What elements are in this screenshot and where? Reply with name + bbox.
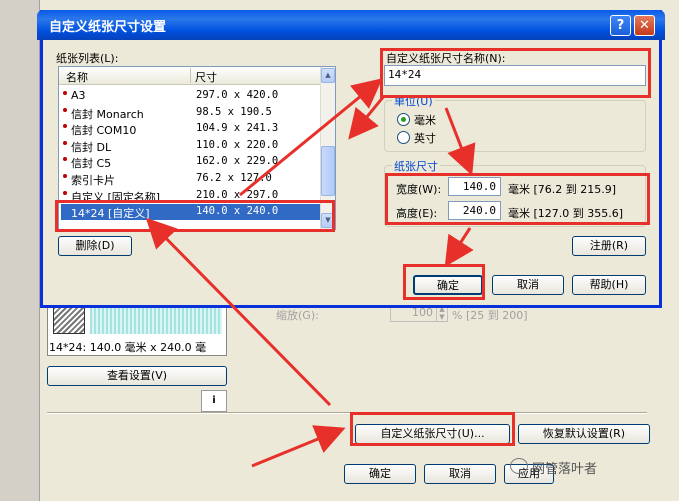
dialog-help-button[interactable]: 帮助(H) xyxy=(572,275,646,295)
paper-list-row[interactable]: 信封 COM10 104.9 x 241.3 xyxy=(61,121,321,137)
unit-group-title: 单位(U) xyxy=(392,93,435,109)
info-icon[interactable]: i xyxy=(201,390,227,412)
paper-bullet-icon xyxy=(63,174,67,178)
column-header-size[interactable]: 尺寸 xyxy=(195,69,217,85)
view-settings-button[interactable]: 查看设置(V) xyxy=(47,366,227,386)
scroll-up-icon[interactable]: ▲ xyxy=(321,68,335,83)
paper-list-row[interactable]: 14*24 [自定义] 140.0 x 240.0 xyxy=(61,204,321,221)
height-label: 高度(E): xyxy=(396,207,438,220)
wechat-icon xyxy=(510,458,528,474)
scale-range: % [25 到 200] xyxy=(452,309,528,322)
paper-list-row[interactable]: 索引卡片 76.2 x 127.0 xyxy=(61,171,321,187)
paper-list-row[interactable]: 信封 C5 162.0 x 229.0 xyxy=(61,154,321,170)
paper-size: 110.0 x 220.0 xyxy=(196,138,279,151)
custom-name-input[interactable]: 14*24 xyxy=(384,65,646,86)
paper-bullet-icon xyxy=(63,190,67,195)
paper-size: 104.9 x 241.3 xyxy=(196,122,279,135)
scale-label: 缩放(G): xyxy=(276,309,319,322)
dialog-ok-button[interactable]: 确定 xyxy=(413,275,483,295)
paper-bullet-icon xyxy=(63,124,67,129)
paper-name: 信封 DL xyxy=(71,140,112,154)
unit-inch-radio[interactable] xyxy=(397,131,410,144)
dialog-cancel-button[interactable]: 取消 xyxy=(492,275,564,295)
paper-list-row[interactable]: 信封 Monarch 98.5 x 190.5 xyxy=(61,105,321,121)
dialog-title: 自定义纸张尺寸设置 xyxy=(49,20,167,35)
paper-list-row[interactable]: A3 297.0 x 420.0 xyxy=(61,88,321,104)
paper-name: 索引卡片 xyxy=(71,174,115,187)
parent-ok-button[interactable]: 确定 xyxy=(344,464,416,484)
paper-size: 297.0 x 420.0 xyxy=(196,89,279,101)
paper-preview-pattern xyxy=(90,306,222,334)
paper-preview-text: 14*24: 140.0 毫米 x 240.0 毫 xyxy=(49,341,207,354)
printer-paper-icon xyxy=(53,306,85,334)
delete-button[interactable]: 删除(D) xyxy=(58,236,132,256)
paper-list-row[interactable]: 自定义 [固定名称] 210.0 x 297.0 xyxy=(61,188,321,204)
close-icon[interactable]: ✕ xyxy=(634,15,655,36)
paper-bullet-icon xyxy=(63,107,67,112)
parent-dialog-left-edge xyxy=(0,0,40,501)
width-range: 毫米 [76.2 到 215.9] xyxy=(508,183,617,196)
paper-bullet-icon xyxy=(63,140,67,145)
paper-size-group-title: 纸张尺寸 xyxy=(392,158,440,174)
width-label: 宽度(W): xyxy=(396,183,442,196)
register-button[interactable]: 注册(R) xyxy=(572,236,646,256)
paper-name: A3 xyxy=(71,89,86,102)
paper-bullet-icon xyxy=(63,91,67,95)
paper-size: 98.5 x 190.5 xyxy=(196,105,272,118)
scroll-down-icon[interactable]: ▼ xyxy=(321,213,335,228)
unit-mm-radio[interactable] xyxy=(397,113,410,126)
paper-size: 76.2 x 127.0 xyxy=(196,172,272,184)
paper-name: 信封 C5 xyxy=(71,157,112,171)
restore-default-button[interactable]: 恢复默认设置(R) xyxy=(518,424,650,444)
paper-size: 162.0 x 229.0 xyxy=(196,155,279,168)
paper-name: 14*24 [自定义] xyxy=(71,207,150,221)
paper-size: 210.0 x 297.0 xyxy=(196,188,279,201)
height-range: 毫米 [127.0 到 355.6] xyxy=(508,207,624,220)
custom-paper-size-button[interactable]: 自定义纸张尺寸(U)... xyxy=(355,424,510,444)
column-header-name[interactable]: 名称 xyxy=(66,69,88,85)
watermark: 网管落叶者 xyxy=(532,462,598,477)
height-input[interactable]: 240.0 xyxy=(448,201,501,220)
paper-name: 信封 COM10 xyxy=(71,124,137,138)
parent-separator xyxy=(47,412,647,414)
help-icon[interactable]: ? xyxy=(610,15,631,36)
width-input[interactable]: 140.0 xyxy=(448,177,501,196)
paper-bullet-icon xyxy=(63,157,67,162)
parent-cancel-button[interactable]: 取消 xyxy=(424,464,496,484)
unit-mm-label[interactable]: 毫米 xyxy=(414,112,436,128)
paper-name: 自定义 [固定名称] xyxy=(71,190,161,204)
scroll-thumb[interactable] xyxy=(321,146,335,196)
paper-size: 140.0 x 240.0 xyxy=(196,205,279,218)
custom-name-label: 自定义纸张尺寸名称(N): xyxy=(386,52,506,65)
paper-list-row[interactable]: 信封 DL 110.0 x 220.0 xyxy=(61,138,321,154)
column-divider xyxy=(190,68,191,83)
paper-list-label: 纸张列表(L): xyxy=(56,52,119,65)
unit-inch-label[interactable]: 英寸 xyxy=(414,130,436,146)
paper-name: 信封 Monarch xyxy=(71,107,144,121)
